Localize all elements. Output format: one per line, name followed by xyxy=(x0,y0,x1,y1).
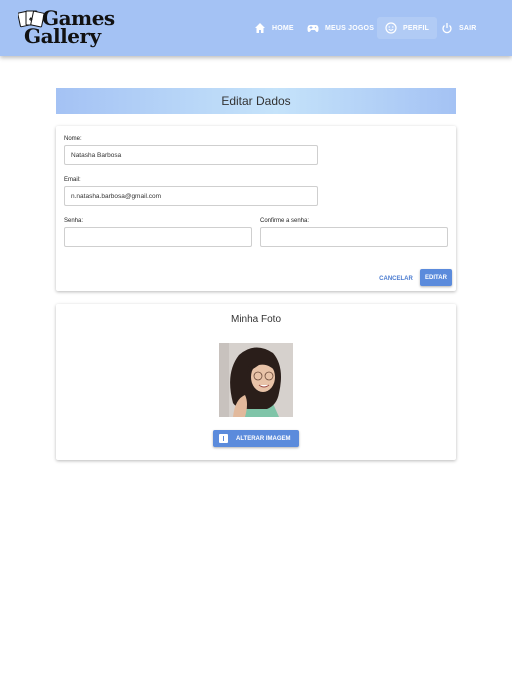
email-field[interactable]: n.natasha.barbosa@gmail.com xyxy=(64,186,318,206)
name-field[interactable]: Natasha Barbosa xyxy=(64,145,318,165)
nav-item-home[interactable]: HOME xyxy=(254,17,294,39)
change-image-label: ALTERAR IMAGEM xyxy=(236,435,291,442)
password-label: Senha: xyxy=(64,218,84,224)
change-image-button[interactable]: ALTERAR IMAGEM xyxy=(213,430,299,447)
power-icon xyxy=(442,23,452,34)
edit-form-card: Nome: Natasha Barbosa Email: n.natasha.b… xyxy=(56,126,456,291)
svg-text:♠: ♠ xyxy=(29,16,33,23)
nav-item-label: MEUS JOGOS xyxy=(325,24,375,32)
name-label: Nome: xyxy=(64,136,82,142)
nav-item-label: PERFIL xyxy=(403,24,430,32)
confirm-password-field[interactable] xyxy=(260,227,448,247)
nav-item-label: SAIR xyxy=(459,24,477,32)
edit-data-header: Editar Dados xyxy=(56,88,456,114)
home-icon xyxy=(255,23,265,33)
profile-photo xyxy=(219,343,293,417)
nav-item-meus-jogos[interactable]: MEUS JOGOS xyxy=(307,17,374,39)
photo-card: Minha Foto ALTERAR IMAGEM xyxy=(56,304,456,460)
email-label: Email: xyxy=(64,177,81,183)
nav-item-sair[interactable]: SAIR xyxy=(441,17,477,39)
games-gallery-logo[interactable]: ♠ Games Gallery xyxy=(18,6,118,50)
page-title: Editar Dados xyxy=(221,94,291,108)
profile-photo-image xyxy=(219,343,293,417)
smiley-icon xyxy=(385,22,397,34)
edit-button[interactable]: EDITAR xyxy=(420,269,452,286)
password-field[interactable] xyxy=(64,227,252,247)
top-navbar: ♠ Games Gallery HOME MEUS JOGOS PERFIL S… xyxy=(0,0,512,56)
info-icon xyxy=(219,434,228,443)
cancel-button[interactable]: CANCELAR xyxy=(376,272,416,286)
logo-text-line2: Gallery xyxy=(24,24,101,48)
nav-item-perfil[interactable]: PERFIL xyxy=(377,17,438,39)
nav-item-label: HOME xyxy=(272,24,294,32)
photo-section-title: Minha Foto xyxy=(230,314,282,325)
gamepad-icon xyxy=(307,25,319,32)
confirm-password-label: Confirme a senha: xyxy=(260,218,310,224)
